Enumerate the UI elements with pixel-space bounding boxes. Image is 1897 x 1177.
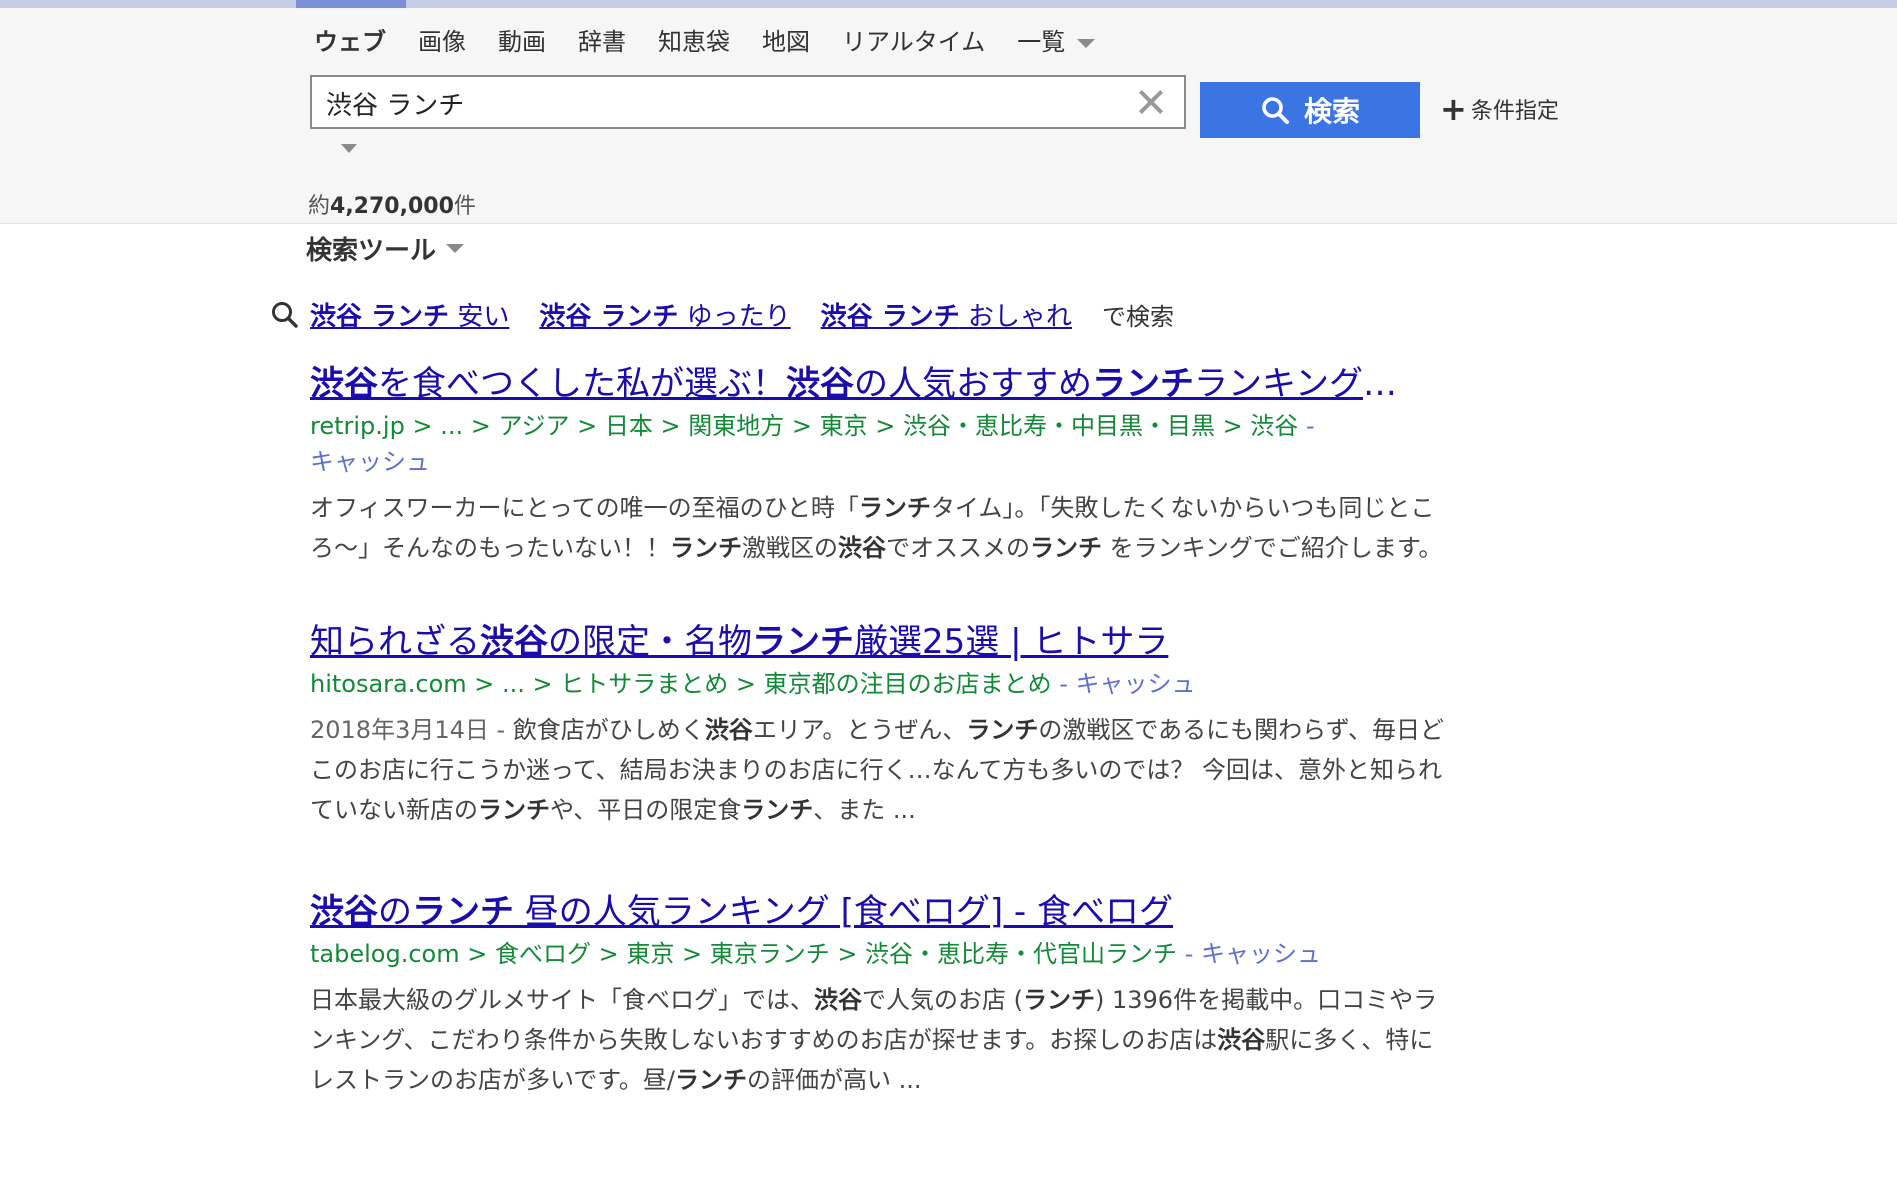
nav-web[interactable]: ウェブ	[314, 22, 386, 57]
text-segment: をランキングでご紹介します。	[1102, 534, 1443, 562]
highlighted-term: ランチ	[1092, 364, 1194, 404]
vertical-nav: ウェブ 画像 動画 辞書 知恵袋 地図 リアルタイム 一覧	[314, 22, 1127, 57]
result-title-link[interactable]: 渋谷を食べつくした私が選ぶ！渋谷の人気おすすめランチランキング！…	[310, 360, 1425, 408]
result-count: 約4,270,000件	[308, 188, 476, 220]
text-segment: 昼の人気ランキング [食べログ] - 食べログ	[514, 892, 1174, 932]
top-accent-bar	[0, 0, 1897, 8]
nav-chiebukuro[interactable]: 知恵袋	[658, 22, 730, 57]
related-search-rest: 安い	[449, 302, 510, 332]
search-icon	[1262, 97, 1289, 124]
result-snippet: 2018年3月14日 - 飲食店がひしめく渋谷エリア。とうぜん、ランチの激戦区で…	[310, 710, 1445, 830]
related-searches: 渋谷 ランチ 安い 渋谷 ランチ ゆったり 渋谷 ランチ おしゃれ で検索	[270, 296, 1174, 333]
highlighted-term: ランチ	[670, 534, 742, 562]
related-search-link[interactable]: 渋谷 ランチ ゆったり	[539, 296, 790, 333]
highlighted-term: ランチ	[674, 1066, 747, 1094]
highlighted-term: ランチ	[741, 796, 814, 824]
search-tools-label: 検索ツール	[306, 236, 437, 266]
highlighted-term: 渋谷	[704, 716, 753, 744]
result-title-link[interactable]: 渋谷のランチ 昼の人気ランキング [食べログ] - 食べログ	[310, 888, 1425, 936]
highlighted-term: 渋谷	[310, 364, 378, 404]
nav-list-menu[interactable]: 一覧	[1017, 22, 1096, 57]
nav-images[interactable]: 画像	[418, 22, 466, 57]
result-date: 2018年3月14日 -	[310, 716, 513, 744]
nav-realtime[interactable]: リアルタイム	[842, 22, 985, 57]
result-item: 渋谷のランチ 昼の人気ランキング [食べログ] - 食べログ tabelog.c…	[310, 888, 1450, 1100]
search-history-chevron-icon[interactable]	[341, 144, 357, 153]
highlighted-term: ランチ	[412, 892, 514, 932]
text-segment: 日本最大級のグルメサイト「食べログ」では、	[310, 986, 814, 1014]
highlighted-term: ランチ	[478, 796, 550, 824]
search-tools-toggle[interactable]: 検索ツール	[306, 230, 465, 267]
text-segment: オフィスワーカーにとっての唯一の至福のひと時「	[310, 494, 859, 522]
nav-dictionary[interactable]: 辞書	[578, 22, 626, 57]
result-url: hitosara.com > ... > ヒトサラまとめ > 東京都の注目のお店…	[310, 666, 1330, 702]
highlighted-term: ランチ	[858, 494, 931, 522]
result-snippet: オフィスワーカーにとっての唯一の至福のひと時「ランチタイム」。「失敗したくないか…	[310, 488, 1445, 568]
text-segment: 激戦区の	[742, 534, 838, 562]
result-url-path[interactable]: retrip.jp > ... > アジア > 日本 > 関東地方 > 東京 >…	[310, 412, 1298, 440]
highlighted-term: 渋谷	[838, 534, 886, 562]
text-segment: の	[378, 892, 412, 932]
result-url-path[interactable]: hitosara.com > ... > ヒトサラまとめ > 東京都の注目のお店…	[310, 670, 1052, 698]
result-snippet: 日本最大級のグルメサイト「食べログ」では、渋谷で人気のお店 (ランチ) 1396…	[310, 980, 1445, 1100]
highlighted-term: ランチ	[1030, 534, 1102, 562]
result-item: 渋谷を食べつくした私が選ぶ！渋谷の人気おすすめランチランキング！… retrip…	[310, 360, 1450, 618]
search-button[interactable]: 検索	[1200, 82, 1420, 138]
text-segment: 飲食店がひしめく	[512, 716, 705, 744]
text-segment: で人気のお店 (	[862, 986, 1023, 1014]
result-url-path[interactable]: tabelog.com > 食べログ > 東京 > 東京ランチ > 渋谷・恵比寿…	[310, 940, 1177, 968]
text-segment: でオススメの	[886, 534, 1030, 562]
text-segment: エリア。とうぜん、	[752, 716, 967, 744]
highlighted-term: 渋谷	[310, 892, 378, 932]
result-url: tabelog.com > 食べログ > 東京 > 東京ランチ > 渋谷・恵比寿…	[310, 936, 1330, 972]
related-search-link[interactable]: 渋谷 ランチ おしゃれ	[821, 296, 1072, 333]
text-segment: 厳選25選 | ヒトサラ	[854, 622, 1169, 662]
text-segment: 知られざる	[310, 622, 480, 662]
conditions-label: 条件指定	[1470, 99, 1559, 124]
text-segment: ランキング！…	[1194, 364, 1425, 404]
search-button-label: 検索	[1303, 95, 1360, 128]
conditions-link[interactable]: + 条件指定	[1440, 93, 1559, 125]
text-segment: の限定・名物	[548, 622, 752, 662]
clear-icon[interactable]	[1136, 87, 1166, 117]
plus-icon: +	[1440, 90, 1467, 128]
result-title-link[interactable]: 知られざる渋谷の限定・名物ランチ厳選25選 | ヒトサラ	[310, 618, 1425, 666]
magnifier-icon	[272, 301, 298, 328]
highlighted-term: 渋谷	[1217, 1026, 1266, 1054]
highlighted-term: ランチ	[966, 716, 1039, 744]
highlighted-term: ランチ	[1023, 986, 1095, 1014]
highlighted-term: ランチ	[752, 622, 854, 662]
result-item: 知られざる渋谷の限定・名物ランチ厳選25選 | ヒトサラ hitosara.co…	[310, 618, 1450, 888]
text-segment: の評価が高い ...	[746, 1066, 922, 1094]
result-url: retrip.jp > ... > アジア > 日本 > 関東地方 > 東京 >…	[310, 408, 1330, 480]
nav-map[interactable]: 地図	[762, 22, 810, 57]
active-tab-indicator	[296, 0, 406, 8]
search-box	[310, 75, 1186, 129]
result-count-number: 4,270,000	[330, 194, 454, 219]
related-search-rest: おしゃれ	[959, 302, 1072, 332]
chevron-down-icon	[1077, 38, 1096, 48]
nav-list-label: 一覧	[1017, 28, 1066, 56]
related-search-suffix: で検索	[1101, 303, 1174, 331]
nav-videos[interactable]: 動画	[498, 22, 546, 57]
related-search-bold: 渋谷 ランチ	[820, 302, 960, 332]
text-segment: の人気おすすめ	[854, 364, 1092, 404]
text-segment: や、平日の限定食	[550, 796, 742, 824]
related-search-bold: 渋谷 ランチ	[539, 302, 679, 332]
result-count-suffix: 件	[453, 194, 476, 219]
highlighted-term: 渋谷	[786, 364, 854, 404]
text-segment: 、また ...	[813, 796, 916, 824]
cache-link[interactable]: - キャッシュ	[1177, 940, 1321, 968]
highlighted-term: 渋谷	[814, 986, 862, 1014]
cache-link[interactable]: - キャッシュ	[1052, 670, 1195, 698]
search-results: 渋谷を食べつくした私が選ぶ！渋谷の人気おすすめランチランキング！… retrip…	[310, 360, 1450, 1100]
chevron-down-icon	[446, 244, 465, 253]
search-input[interactable]	[324, 81, 1108, 125]
related-search-bold: 渋谷 ランチ	[310, 302, 450, 332]
highlighted-term: 渋谷	[480, 622, 548, 662]
related-search-rest: ゆったり	[678, 302, 791, 332]
text-segment: を食べつくした私が選ぶ！	[378, 364, 786, 404]
related-search-link[interactable]: 渋谷 ランチ 安い	[310, 296, 509, 333]
result-count-prefix: 約	[308, 194, 331, 219]
